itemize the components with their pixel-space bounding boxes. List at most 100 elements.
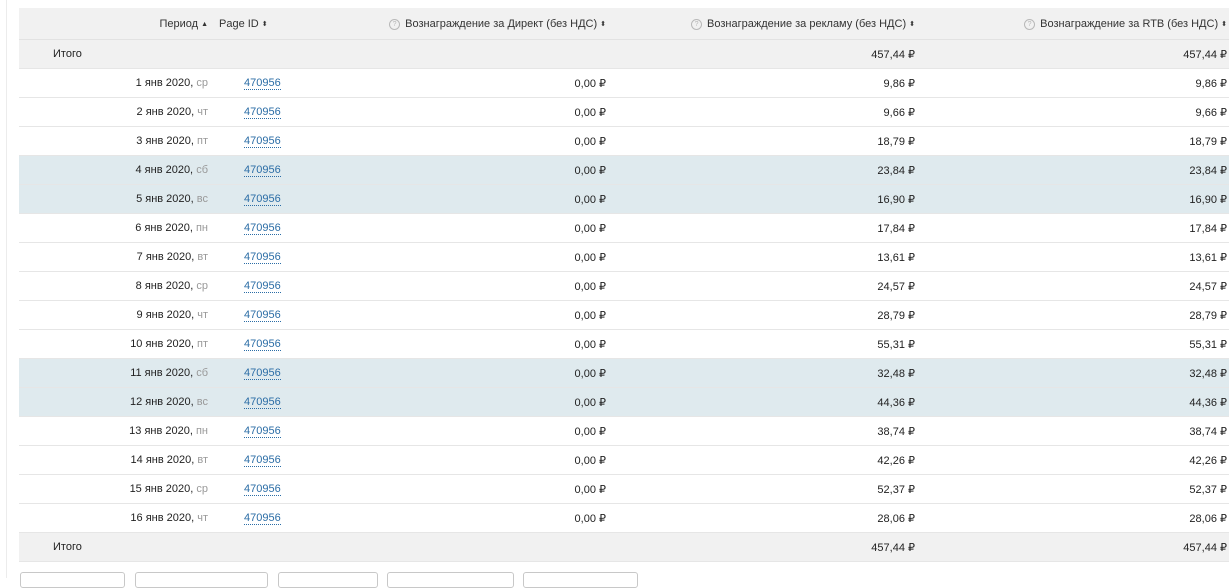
column-header-page-id[interactable]: Page ID ⬍ [219, 8, 299, 40]
direct-reward-cell: 0,00 ₽ [299, 329, 617, 359]
column-header-period[interactable]: Период ▲ [19, 8, 219, 40]
period-cell: 12 янв 2020, вс [19, 387, 219, 417]
page-id-cell: 470956 [219, 242, 299, 272]
ad-reward-cell: 28,06 ₽ [617, 503, 935, 533]
table-row: 4 янв 2020, сб 470956 0,00 ₽23,84 ₽23,84 ₽ [19, 155, 1229, 185]
ad-reward-cell: 18,79 ₽ [617, 126, 935, 156]
toolbar-button[interactable] [523, 572, 638, 588]
page-id-link[interactable]: 470956 [244, 309, 281, 322]
weekday-text: ср [196, 280, 208, 292]
page-id-cell: 470956 [219, 300, 299, 330]
page-id-link[interactable]: 470956 [244, 77, 281, 90]
toolbar-button[interactable] [135, 572, 268, 588]
ad-reward-cell: 16,90 ₽ [617, 184, 935, 214]
total-direct-cell [299, 532, 617, 562]
period-cell: 5 янв 2020, вс [19, 184, 219, 214]
table-row: 3 янв 2020, пт 470956 0,00 ₽18,79 ₽18,79 ₽ [19, 126, 1229, 156]
ad-reward-cell: 9,66 ₽ [617, 97, 935, 127]
ad-reward-cell: 38,74 ₽ [617, 416, 935, 446]
direct-reward-cell: 0,00 ₽ [299, 474, 617, 504]
direct-reward-cell: 0,00 ₽ [299, 126, 617, 156]
rtb-reward-cell: 16,90 ₽ [935, 184, 1229, 214]
help-icon[interactable]: ? [389, 18, 401, 30]
column-header-page-id-label: Page ID [219, 17, 259, 30]
help-icon[interactable]: ? [691, 18, 703, 30]
rtb-reward-cell: 9,66 ₽ [935, 97, 1229, 127]
period-cell: 4 янв 2020, сб [19, 155, 219, 185]
period-cell: 6 янв 2020, пн [19, 213, 219, 243]
page-id-cell: 470956 [219, 271, 299, 301]
page-id-link[interactable]: 470956 [244, 425, 281, 438]
page-id-link[interactable]: 470956 [244, 135, 281, 148]
weekday-text: сб [196, 164, 208, 176]
sort-icon: ⬍ [909, 20, 915, 28]
total-page-id-cell [219, 532, 299, 562]
page-id-link[interactable]: 470956 [244, 164, 281, 177]
column-header-ad[interactable]: ? Вознаграждение за рекламу (без НДС) ⬍ [617, 8, 935, 40]
help-icon[interactable]: ? [1024, 18, 1036, 30]
ad-reward-cell: 28,79 ₽ [617, 300, 935, 330]
period-cell: 13 янв 2020, пн [19, 416, 219, 446]
direct-reward-cell: 0,00 ₽ [299, 300, 617, 330]
direct-reward-cell: 0,00 ₽ [299, 155, 617, 185]
total-ad-value: 457,44 ₽ [617, 39, 935, 69]
date-text: 8 янв 2020, [135, 280, 194, 292]
weekday-text: пт [197, 338, 208, 350]
page-id-cell: 470956 [219, 329, 299, 359]
total-direct-cell [299, 39, 617, 69]
rtb-reward-cell: 17,84 ₽ [935, 213, 1229, 243]
weekday-text: вс [196, 396, 208, 408]
rtb-reward-cell: 18,79 ₽ [935, 126, 1229, 156]
period-cell: 9 янв 2020, чт [19, 300, 219, 330]
table-row: 13 янв 2020, пн 470956 0,00 ₽38,74 ₽38,74 … [19, 416, 1229, 446]
page-id-link[interactable]: 470956 [244, 251, 281, 264]
toolbar-button[interactable] [20, 572, 125, 588]
weekday-text: вт [197, 454, 208, 466]
page-id-cell: 470956 [219, 184, 299, 214]
page-id-link[interactable]: 470956 [244, 454, 281, 467]
weekday-text: пн [195, 425, 208, 437]
date-text: 12 янв 2020, [129, 396, 194, 408]
ad-reward-cell: 55,31 ₽ [617, 329, 935, 359]
weekday-text: пн [195, 222, 208, 234]
sort-ascending-icon: ▲ [201, 20, 208, 28]
page-id-cell: 470956 [219, 416, 299, 446]
table-row: 6 янв 2020, пн 470956 0,00 ₽17,84 ₽17,84 ₽ [19, 213, 1229, 243]
rtb-reward-cell: 55,31 ₽ [935, 329, 1229, 359]
page-id-link[interactable]: 470956 [244, 512, 281, 525]
weekday-text: ср [196, 483, 208, 495]
page-id-link[interactable]: 470956 [244, 222, 281, 235]
direct-reward-cell: 0,00 ₽ [299, 271, 617, 301]
page-id-link[interactable]: 470956 [244, 367, 281, 380]
ad-reward-cell: 24,57 ₽ [617, 271, 935, 301]
table-row: 14 янв 2020, вт 470956 0,00 ₽42,26 ₽42,26 … [19, 445, 1229, 475]
total-rtb-value: 457,44 ₽ [935, 532, 1229, 562]
toolbar-button[interactable] [278, 572, 378, 588]
page-id-link[interactable]: 470956 [244, 106, 281, 119]
rtb-reward-cell: 24,57 ₽ [935, 271, 1229, 301]
table-row: 5 янв 2020, вс 470956 0,00 ₽16,90 ₽16,90 ₽ [19, 184, 1229, 214]
ad-reward-cell: 42,26 ₽ [617, 445, 935, 475]
date-text: 9 янв 2020, [136, 309, 195, 321]
column-header-rtb[interactable]: ? Вознаграждение за RTB (без НДС) ⬍ [935, 8, 1229, 40]
table-row: 15 янв 2020, ср 470956 0,00 ₽52,37 ₽52,37 … [19, 474, 1229, 504]
toolbar-button[interactable] [387, 572, 514, 588]
page-id-link[interactable]: 470956 [244, 483, 281, 496]
page-id-cell: 470956 [219, 213, 299, 243]
direct-reward-cell: 0,00 ₽ [299, 242, 617, 272]
direct-reward-cell: 0,00 ₽ [299, 68, 617, 98]
rtb-reward-cell: 44,36 ₽ [935, 387, 1229, 417]
period-cell: 1 янв 2020, ср [19, 68, 219, 98]
weekday-text: вт [197, 251, 208, 263]
date-text: 2 янв 2020, [136, 106, 195, 118]
page-id-link[interactable]: 470956 [244, 396, 281, 409]
total-label: Итого [19, 532, 219, 562]
rtb-reward-cell: 32,48 ₽ [935, 358, 1229, 388]
page-id-link[interactable]: 470956 [244, 280, 281, 293]
rtb-reward-cell: 38,74 ₽ [935, 416, 1229, 446]
page-id-link[interactable]: 470956 [244, 193, 281, 206]
table-header-row: Период ▲ Page ID ⬍ ? Вознаграждение за Дире… [19, 8, 1229, 40]
total-row-bottom: Итого 457,44 ₽ 457,44 ₽ [19, 532, 1229, 562]
page-id-link[interactable]: 470956 [244, 338, 281, 351]
column-header-direct[interactable]: ? Вознаграждение за Директ (без НДС) ⬍ [299, 8, 617, 40]
